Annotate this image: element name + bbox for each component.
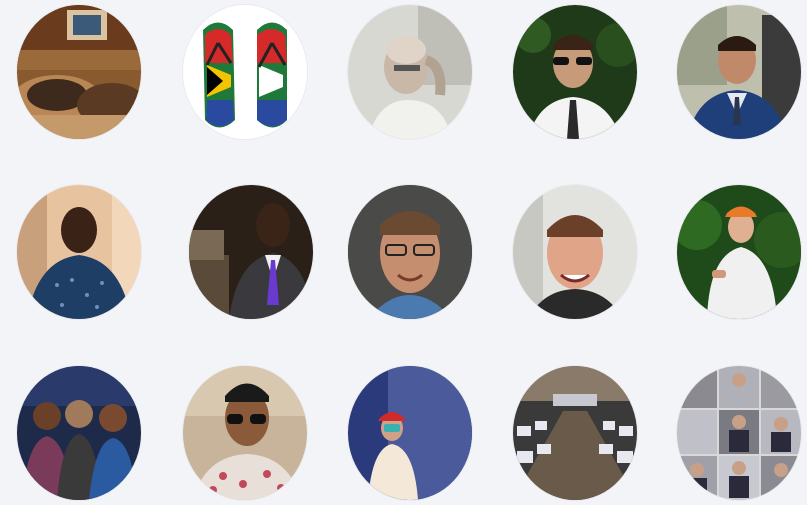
man-blue-shirt-icon [17, 185, 141, 319]
profile-avatar-2[interactable] [183, 5, 307, 139]
profile-avatar-13[interactable] [348, 366, 472, 500]
dog-on-bed-icon [17, 5, 141, 139]
man-in-car-icon [677, 5, 801, 139]
man-orange-cap-icon [677, 185, 801, 319]
profile-avatar-15[interactable] [677, 366, 801, 500]
profile-avatar-6[interactable] [17, 185, 141, 319]
profile-avatar-9[interactable] [513, 185, 637, 319]
man-glasses-icon [348, 185, 472, 319]
profile-avatar-3[interactable] [348, 5, 472, 139]
man-sunglasses-floral-icon [183, 366, 307, 500]
profile-avatar-10[interactable] [677, 185, 801, 319]
computer-lab-icon [513, 366, 637, 500]
man-suit-purple-tie-icon [189, 185, 313, 319]
profile-avatar-5[interactable] [677, 5, 801, 139]
man-smiling-icon [513, 185, 637, 319]
bald-man-icon [348, 5, 472, 139]
profile-avatar-12[interactable] [183, 366, 307, 500]
flip-flops-icon [183, 5, 307, 139]
profile-avatar-4[interactable] [513, 5, 637, 139]
man-sunglasses-icon [513, 5, 637, 139]
profile-avatar-7[interactable] [189, 185, 313, 319]
profile-avatar-grid [0, 0, 807, 505]
group-selfie-icon [17, 366, 141, 500]
person-red-cap-icon [348, 366, 472, 500]
profile-avatar-1[interactable] [17, 5, 141, 139]
profile-avatar-11[interactable] [17, 366, 141, 500]
profile-avatar-8[interactable] [348, 185, 472, 319]
profile-avatar-14[interactable] [513, 366, 637, 500]
collage-men-suits-icon [677, 366, 801, 500]
